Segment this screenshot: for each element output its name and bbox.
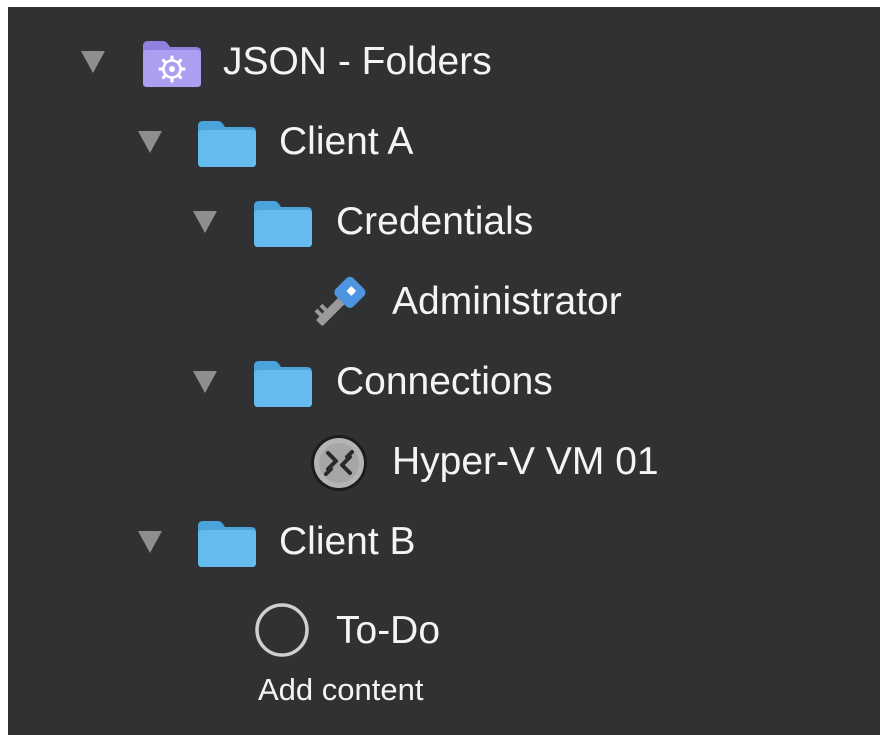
tree-item-label: Hyper-V VM 01 — [392, 440, 659, 483]
add-content-link[interactable]: Add content — [258, 670, 423, 710]
folder-icon — [252, 358, 314, 413]
tree-row-administrator[interactable]: Administrator — [8, 272, 868, 332]
tree-item-label: To-Do — [336, 609, 441, 652]
disclosure-expanded-icon[interactable] — [138, 131, 162, 153]
tree-row-client-a[interactable]: Client A — [8, 112, 868, 172]
disclosure-expanded-icon[interactable] — [193, 371, 217, 393]
disclosure-expanded-icon[interactable] — [193, 211, 217, 233]
key-icon — [310, 274, 370, 337]
folder-icon — [196, 118, 258, 173]
tree-item-label: Client A — [279, 120, 414, 163]
tree-row-credentials[interactable]: Credentials — [8, 192, 868, 252]
folder-icon — [252, 198, 314, 253]
remote-desktop-icon — [308, 432, 370, 499]
circle-checkbox-icon[interactable] — [253, 601, 311, 664]
tree-item-label: Connections — [336, 360, 553, 403]
tree-row-to-do[interactable]: To-Do — [8, 599, 868, 659]
tree-item-label: JSON - Folders — [223, 40, 492, 83]
tree-item-label: Administrator — [392, 280, 622, 323]
disclosure-expanded-icon[interactable] — [138, 531, 162, 553]
tree-row-json-folders[interactable]: JSON - Folders — [8, 32, 868, 92]
tree-panel: JSON - Folders Client A Credentials Admi… — [8, 7, 880, 735]
tree-row-connections[interactable]: Connections — [8, 352, 868, 412]
disclosure-expanded-icon[interactable] — [81, 51, 105, 73]
tree-row-hyperv-vm-01[interactable]: Hyper-V VM 01 — [8, 432, 868, 492]
tree-item-label: Client B — [279, 520, 416, 563]
folder-icon — [196, 518, 258, 573]
gear-folder-icon — [141, 38, 203, 93]
tree-item-label: Credentials — [336, 200, 534, 243]
tree-row-client-b[interactable]: Client B — [8, 512, 868, 572]
